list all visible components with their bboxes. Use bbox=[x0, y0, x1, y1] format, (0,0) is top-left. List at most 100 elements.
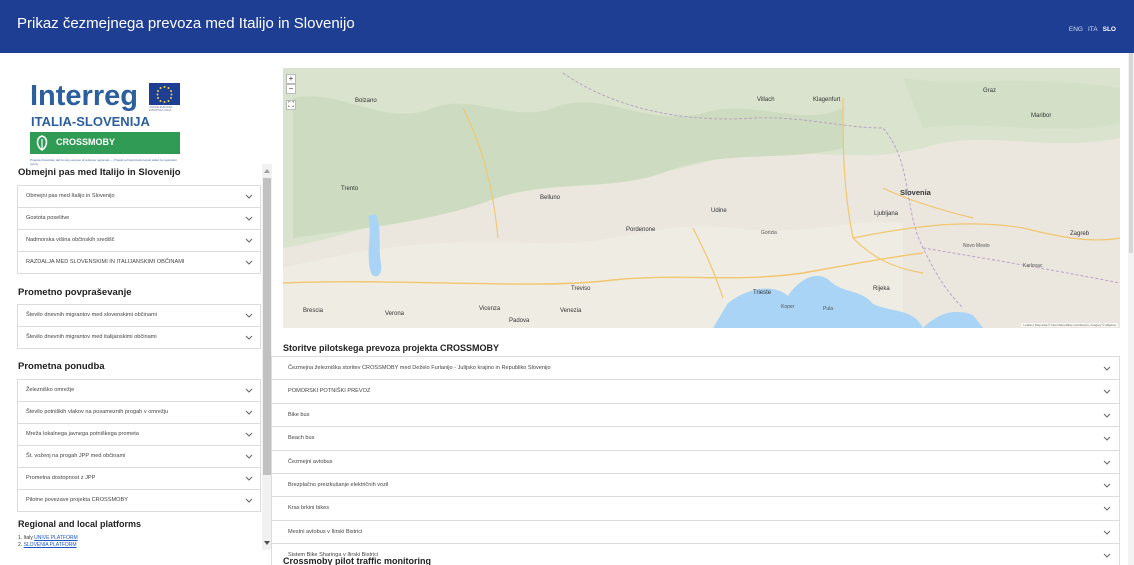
accordion-label: Obmejni pas med Italijo in Slovenijo bbox=[26, 193, 115, 199]
page-scrollbar[interactable] bbox=[1128, 53, 1134, 565]
accordion-item[interactable]: Število potniških vlakov na posameznih p… bbox=[17, 402, 261, 424]
sidebar-scroll-area[interactable]: Obmejni pas med Italijo in Slovenijo Obm… bbox=[10, 164, 272, 550]
map-attribution[interactable]: Leaflet | Map data © OpenStreetMap contr… bbox=[1021, 323, 1118, 327]
interreg-wordmark: Interreg bbox=[30, 80, 138, 112]
map-label: Padova bbox=[509, 318, 530, 324]
map-label: Vicenza bbox=[479, 306, 501, 312]
map-label: Rijeka bbox=[873, 286, 890, 292]
list-item-prefix: 2. bbox=[18, 542, 23, 548]
language-switcher: ENG ITA SLO bbox=[1069, 26, 1116, 33]
chevron-down-icon bbox=[245, 238, 253, 243]
chevron-down-icon bbox=[245, 335, 253, 340]
regional-platforms-title: Regional and local platforms bbox=[18, 519, 142, 529]
accordion-label: Število potniških vlakov na posameznih p… bbox=[26, 409, 169, 415]
accordion-label: Prometna dostopnost z JPP bbox=[26, 475, 96, 481]
accordion-item[interactable]: Čezmejna železniška storitev CROSSMOBY m… bbox=[271, 357, 1120, 381]
accordion-border: Obmejni pas med Italijo in Slovenijo Gos… bbox=[17, 185, 261, 274]
left-column: Interreg UNIONE EUROPEA EVROPSKA UNIJA I… bbox=[0, 53, 280, 565]
scrollbar-thumb[interactable] bbox=[263, 178, 271, 475]
chevron-down-icon bbox=[1103, 460, 1111, 465]
lang-ita[interactable]: ITA bbox=[1088, 26, 1098, 33]
chevron-down-icon bbox=[245, 410, 253, 415]
accordion-item[interactable]: Pilotne povezave projekta CROSSMOBY bbox=[17, 490, 261, 512]
fullscreen-button[interactable]: ⛶ bbox=[286, 100, 296, 110]
accordion-item[interactable]: Mestni avtobus v Ilirski Bistrici bbox=[271, 520, 1120, 545]
section-title-demand: Prometno povpraševanje bbox=[18, 287, 132, 298]
map-label: Graz bbox=[983, 88, 997, 94]
chevron-down-icon bbox=[245, 216, 253, 221]
chevron-down-icon bbox=[245, 454, 253, 459]
map-label: Treviso bbox=[571, 286, 591, 292]
map-label: Udine bbox=[711, 208, 727, 214]
chevron-down-icon bbox=[245, 432, 253, 437]
scroll-up-icon[interactable] bbox=[264, 168, 270, 174]
lang-eng[interactable]: ENG bbox=[1069, 26, 1083, 33]
chevron-down-icon bbox=[1103, 436, 1111, 441]
map-label: Verona bbox=[385, 311, 405, 317]
accordion-item[interactable]: Čezmejni avtobus bbox=[271, 450, 1120, 474]
scroll-down-icon[interactable] bbox=[264, 540, 270, 546]
accordion-item[interactable]: Gostota poselitve bbox=[17, 208, 261, 230]
accordion-item[interactable]: RAZDALJA MED SLOVENSKIMI IN ITALIJANSKIM… bbox=[17, 252, 261, 274]
accordion-item[interactable]: POMORSKI POTNIŠKI PREVOZ bbox=[271, 380, 1120, 404]
chevron-down-icon bbox=[1103, 553, 1111, 558]
map-label: Brescia bbox=[303, 308, 324, 314]
accordion-item[interactable]: Število dnevnih migrantov med slovenskim… bbox=[17, 305, 261, 327]
section-title-supply: Prometna ponudba bbox=[18, 361, 105, 372]
chevron-down-icon bbox=[1103, 413, 1111, 418]
accordion-label: Gostota poselitve bbox=[26, 215, 70, 221]
chevron-down-icon bbox=[245, 194, 253, 199]
slovenia-platform-link[interactable]: SLOVENIA PLATFORM bbox=[24, 542, 77, 548]
accordion-item[interactable]: Mreža lokalnega javnega potniškega prome… bbox=[17, 424, 261, 446]
list-item: 1. Italy UNIVE PLATFORM bbox=[18, 535, 78, 542]
accordion-item[interactable]: Število dnevnih migrantov med italijansk… bbox=[17, 327, 261, 349]
map-view[interactable]: + − ⛶ Klagenfurt Villach Graz Maribor Sl… bbox=[283, 68, 1120, 328]
accordion-item[interactable]: Nadmorska višina občinskih središč bbox=[17, 230, 261, 252]
accordion-item[interactable]: Prometna dostopnost z JPP bbox=[17, 468, 261, 490]
accordion-label: Bike bus bbox=[288, 411, 310, 418]
accordion-item[interactable]: Št. voženj na progah JPP med občinami bbox=[17, 446, 261, 468]
accordion-label: Čezmejni avtobus bbox=[288, 458, 333, 465]
chevron-down-icon bbox=[245, 313, 253, 318]
accordion-item[interactable]: Obmejni pas med Italijo in Slovenijo bbox=[17, 186, 261, 208]
list-item-prefix: 1. Italy bbox=[18, 535, 33, 541]
map-label: Gorizia bbox=[761, 230, 777, 236]
list-item: 2. SLOVENIA PLATFORM bbox=[18, 542, 78, 549]
chevron-down-icon bbox=[245, 388, 253, 393]
accordion-item[interactable]: Kras brkini bikes bbox=[271, 497, 1120, 521]
section-title-border: Obmejni pas med Italijo in Slovenijo bbox=[18, 167, 181, 178]
page-scrollbar-thumb[interactable] bbox=[1129, 53, 1133, 253]
map-label: Pula bbox=[823, 306, 834, 312]
map-label: Klagenfurt bbox=[813, 97, 841, 103]
regional-platforms-list: 1. Italy UNIVE PLATFORM 2. SLOVENIA PLAT… bbox=[18, 535, 78, 549]
map-label: Ljubljana bbox=[874, 211, 899, 217]
accordion-item[interactable]: Beach bus bbox=[271, 427, 1120, 451]
chevron-down-icon bbox=[1103, 390, 1111, 395]
services-title: Storitve pilotskega prevoza projekta CRO… bbox=[283, 343, 500, 353]
chevron-down-icon bbox=[245, 498, 253, 503]
accordion-item[interactable]: Bike bus bbox=[271, 403, 1120, 428]
accordion-label: Beach bus bbox=[288, 435, 315, 442]
accordion-label: Mreža lokalnega javnega potniškega prome… bbox=[26, 431, 139, 437]
unive-platform-link[interactable]: UNIVE PLATFORM bbox=[34, 535, 78, 541]
monitoring-title: Crossmoby pilot traffic monitoring bbox=[283, 556, 432, 565]
accordion-demand: Število dnevnih migrantov med slovenskim… bbox=[17, 304, 261, 349]
chevron-down-icon bbox=[1103, 366, 1111, 371]
programme-region: ITALIA-SLOVENIJA bbox=[31, 114, 150, 129]
zoom-out-button[interactable]: − bbox=[286, 84, 296, 94]
accordion-supply: Železniško omrežje Število potniških vla… bbox=[17, 379, 261, 512]
lang-slo[interactable]: SLO bbox=[1103, 26, 1116, 33]
accordion-label: Št. voženj na progah JPP med občinami bbox=[26, 453, 126, 459]
accordion-item[interactable]: Železniško omrežje bbox=[17, 380, 261, 402]
leaf-icon bbox=[36, 135, 48, 151]
map-label: Villach bbox=[757, 97, 775, 103]
chevron-down-icon bbox=[245, 476, 253, 481]
map-label: Pordenone bbox=[626, 227, 656, 233]
top-bar: Prikaz čezmejnega prevoza med Italijo in… bbox=[0, 0, 1134, 53]
zoom-in-button[interactable]: + bbox=[286, 74, 296, 84]
accordion-label: Nadmorska višina občinskih središč bbox=[26, 237, 115, 243]
accordion-item[interactable]: Brezplačno preizkušanje električnih vozi… bbox=[271, 473, 1120, 498]
chevron-down-icon bbox=[245, 260, 253, 265]
accordion-label: Kras brkini bikes bbox=[288, 505, 330, 512]
map-label: Bolzano bbox=[355, 98, 377, 104]
